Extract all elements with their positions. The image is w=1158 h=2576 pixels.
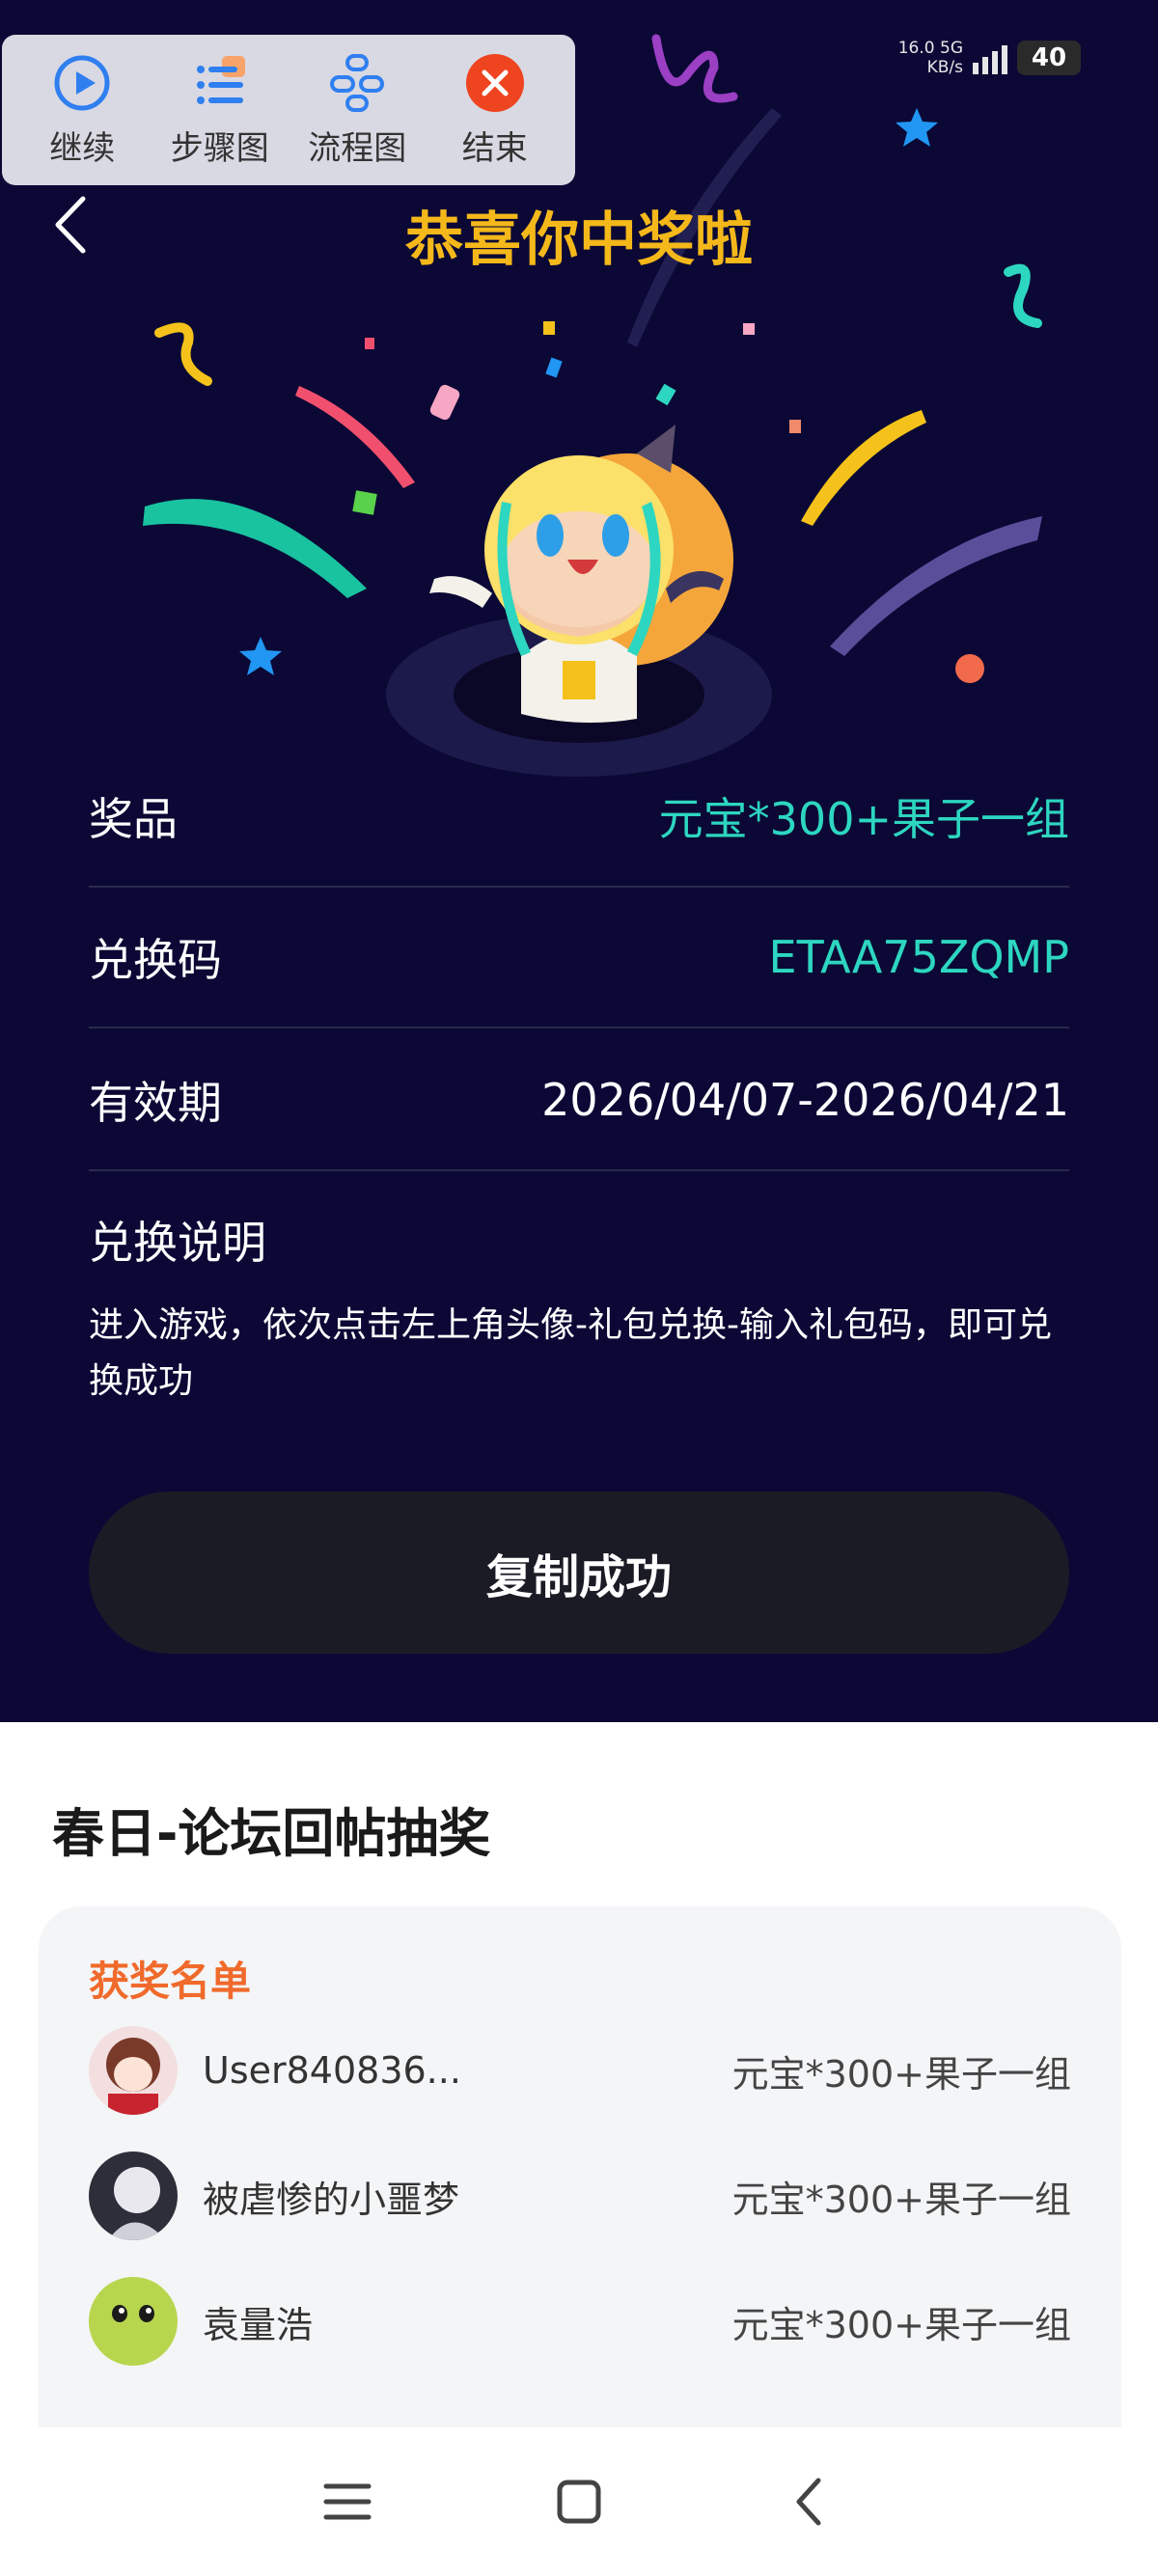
flow-chart-button[interactable]: 流程图	[294, 52, 420, 169]
copy-code-button[interactable]: 复制成功	[89, 1492, 1069, 1654]
validity-label: 有效期	[89, 1077, 222, 1129]
end-button[interactable]: 结束	[432, 52, 558, 169]
home-icon[interactable]	[550, 2473, 608, 2531]
flow-chart-label: 流程图	[308, 128, 407, 168]
instructions-text: 进入游戏，依次点击左上角头像-礼包兑换-输入礼包码，即可兑换成功	[89, 1305, 1052, 1401]
flowchart-icon	[330, 53, 385, 112]
code-value[interactable]: ETAA75ZQMP	[769, 931, 1070, 983]
end-label: 结束	[461, 128, 528, 168]
winner-prize: 元宝*300+果子一组	[731, 2052, 1071, 2096]
code-label: 兑换码	[89, 934, 222, 986]
continue-button[interactable]: 继续	[19, 52, 145, 169]
menu-icon[interactable]	[318, 2473, 376, 2531]
page-title: 恭喜你中奖啦	[405, 206, 753, 274]
net-unit: KB/s	[926, 58, 963, 77]
net-type: 5G	[940, 39, 963, 58]
close-icon	[465, 53, 524, 112]
prize-value: 元宝*300+果子一组	[658, 793, 1069, 845]
winner-prize: 元宝*300+果子一组	[731, 2303, 1071, 2346]
event-title: 春日-论坛回帖抽奖	[52, 1803, 491, 1864]
steps-chart-button[interactable]: 步骤图	[157, 52, 283, 169]
winner-name: 袁量浩	[203, 2303, 314, 2346]
instructions-title: 兑换说明	[89, 1217, 266, 1269]
steps-chart-label: 步骤图	[170, 128, 269, 168]
system-nav-bar	[0, 2427, 1158, 2576]
prize-panel: 16.0 5G KB/s 40 恭喜你中奖啦 奖品 元宝*300+果子一组 兑换…	[0, 0, 1158, 1722]
prize-label: 奖品	[89, 793, 178, 845]
battery-level: 40	[1031, 43, 1067, 72]
avatar	[89, 2151, 178, 2240]
back-icon[interactable]	[782, 2473, 840, 2531]
play-icon	[54, 55, 110, 110]
avatar	[89, 2026, 178, 2115]
winner-row: 被虐惨的小噩梦 元宝*300+果子一组	[89, 2148, 1071, 2244]
code-row: 兑换码 ETAA75ZQMP	[89, 888, 1069, 1028]
avatar	[89, 2277, 178, 2366]
net-speed-value: 16.0	[897, 39, 935, 58]
winner-row: User840836... 元宝*300+果子一组	[89, 2022, 1071, 2119]
list-icon	[196, 55, 245, 104]
continue-label: 继续	[49, 128, 116, 168]
signal-icon	[973, 41, 1007, 74]
floating-toolbar: 继续 步骤图 流程图 结束	[2, 35, 575, 185]
status-bar: 16.0 5G KB/s 40	[898, 39, 1081, 77]
winner-name: User840836...	[203, 2049, 461, 2092]
network-speed: 16.0 5G KB/s	[898, 39, 963, 77]
validity-value: 2026/04/07-2026/04/21	[541, 1074, 1069, 1126]
winners-title: 获奖名单	[89, 1958, 252, 2005]
validity-row: 有效期 2026/04/07-2026/04/21	[89, 1030, 1069, 1171]
winner-row: 袁量浩 元宝*300+果子一组	[89, 2273, 1071, 2370]
winners-card: 获奖名单 User840836... 元宝*300+果子一组 被虐惨的小噩梦 元…	[39, 1906, 1121, 2427]
winner-name: 被虐惨的小噩梦	[203, 2178, 460, 2221]
winner-prize: 元宝*300+果子一组	[731, 2178, 1071, 2221]
battery-icon: 40	[1017, 41, 1081, 75]
prize-row: 奖品 元宝*300+果子一组	[89, 747, 1069, 888]
